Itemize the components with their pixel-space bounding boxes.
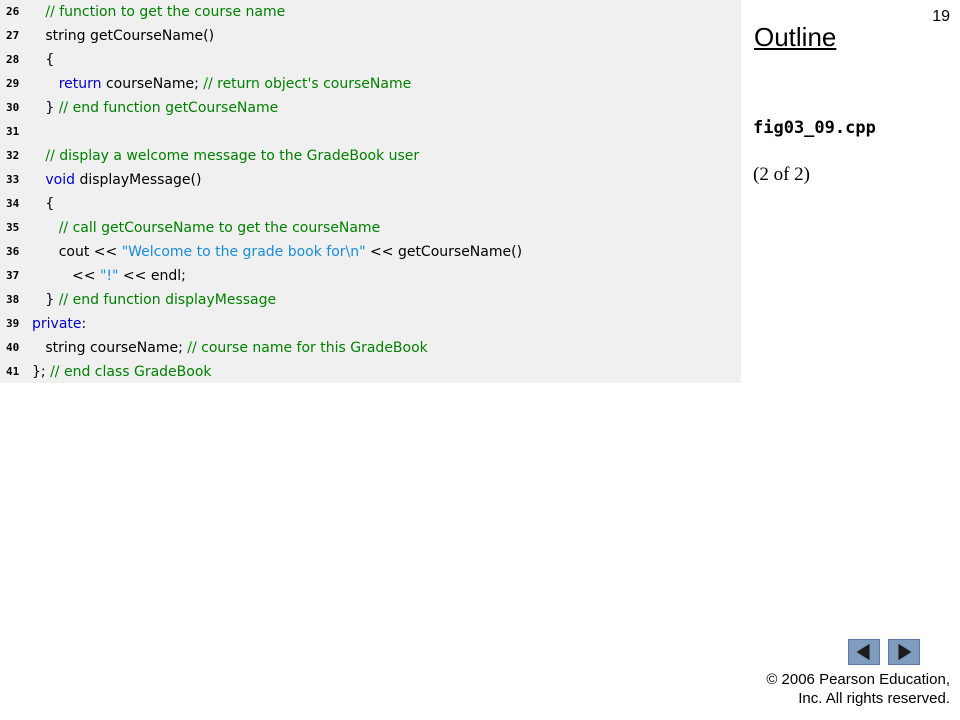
page-indicator: (2 of 2) [753, 164, 810, 185]
code-listing: 26 // function to get the course name 27 … [0, 0, 741, 383]
code-text: void displayMessage() [32, 168, 201, 192]
code-token: // return object's courseName [203, 76, 412, 92]
code-line: 33 void displayMessage() [0, 168, 741, 192]
code-text: cout << "Welcome to the grade book for\n… [32, 240, 522, 264]
code-token: : [81, 316, 87, 332]
code-line: 34 { [0, 192, 741, 216]
code-token: void [45, 172, 75, 188]
next-slide-button[interactable] [888, 639, 920, 665]
code-text: // display a welcome message to the Grad… [32, 144, 419, 168]
code-token: } [32, 292, 59, 308]
code-token: displayMessage() [75, 172, 202, 188]
code-line: 35 // call getCourseName to get the cour… [0, 216, 741, 240]
slide-number: 19 [932, 8, 950, 25]
line-number: 38 [6, 293, 20, 306]
code-text: private: [32, 312, 86, 336]
code-text: { [32, 192, 54, 216]
code-line: 40 string courseName; // course name for… [0, 336, 741, 360]
code-token: // end function displayMessage [58, 292, 277, 308]
code-text: string getCourseName() [32, 24, 214, 48]
line-number: 36 [6, 245, 20, 258]
previous-slide-button[interactable] [848, 639, 880, 665]
line-number: 32 [6, 149, 20, 162]
code-line: 28 { [0, 48, 741, 72]
code-line: 41}; // end class GradeBook [0, 360, 741, 384]
code-token: string getCourseName() [32, 28, 215, 44]
line-number: 28 [6, 53, 20, 66]
code-token: cout << [32, 244, 122, 260]
code-token: { [32, 196, 55, 212]
line-number: 33 [6, 173, 20, 186]
code-token: { [32, 52, 55, 68]
line-number: 40 [6, 341, 20, 354]
code-text: // function to get the course name [32, 0, 285, 24]
line-number: 37 [6, 269, 20, 282]
code-token: courseName; [101, 76, 204, 92]
code-token: string courseName; [32, 340, 188, 356]
triangle-right-icon [898, 643, 912, 661]
code-token: // course name for this GradeBook [187, 340, 428, 356]
copyright-line: © 2006 Pearson Education, [766, 671, 950, 688]
file-name: fig03_09.cpp [753, 118, 876, 138]
code-text: << "!" << endl; [32, 264, 186, 288]
code-line: 31 [0, 120, 741, 144]
code-line: 30 } // end function getCourseName [0, 96, 741, 120]
code-token: private [32, 316, 82, 332]
code-line: 32 // display a welcome message to the G… [0, 144, 741, 168]
code-line: 29 return courseName; // return object's… [0, 72, 741, 96]
code-token: // end class GradeBook [50, 364, 212, 380]
code-token: // function to get the course name [45, 4, 286, 20]
code-token: << endl; [118, 268, 186, 284]
code-line: 26 // function to get the course name [0, 0, 741, 24]
line-number: 34 [6, 197, 20, 210]
code-line: 27 string getCourseName() [0, 24, 741, 48]
code-token: // display a welcome message to the Grad… [45, 148, 420, 164]
code-text: string courseName; // course name for th… [32, 336, 428, 360]
code-token: // end function getCourseName [58, 100, 279, 116]
line-number: 41 [6, 365, 20, 378]
copyright-line: Inc. All rights reserved. [798, 690, 950, 707]
line-number: 31 [6, 125, 20, 138]
code-token: }; [32, 364, 51, 380]
outline-title[interactable]: Outline [754, 22, 836, 53]
code-token: return [58, 76, 102, 92]
code-text: // call getCourseName to get the courseN… [32, 216, 380, 240]
code-token: // call getCourseName to get the courseN… [58, 220, 381, 236]
code-token: "Welcome to the grade book for\n" [121, 244, 366, 260]
code-text: return courseName; // return object's co… [32, 72, 412, 96]
code-line: 36 cout << "Welcome to the grade book fo… [0, 240, 741, 264]
code-line: 38 } // end function displayMessage [0, 288, 741, 312]
code-text: } // end function getCourseName [32, 96, 278, 120]
line-number: 26 [6, 5, 20, 18]
code-token: "!" [99, 268, 119, 284]
line-number: 39 [6, 317, 20, 330]
code-token: << getCourseName() [365, 244, 523, 260]
code-token: } [32, 100, 59, 116]
code-line: 39 private: [0, 312, 741, 336]
line-number: 27 [6, 29, 20, 42]
line-number: 29 [6, 77, 20, 90]
line-number: 30 [6, 101, 20, 114]
code-text: } // end function displayMessage [32, 288, 276, 312]
line-number: 35 [6, 221, 20, 234]
code-line: 37 << "!" << endl; [0, 264, 741, 288]
triangle-left-icon [856, 643, 870, 661]
code-token: << [32, 268, 100, 284]
copyright-notice: © 2006 Pearson Education, Inc. All right… [766, 670, 950, 708]
code-text: { [32, 48, 54, 72]
code-text: }; // end class GradeBook [32, 360, 212, 384]
